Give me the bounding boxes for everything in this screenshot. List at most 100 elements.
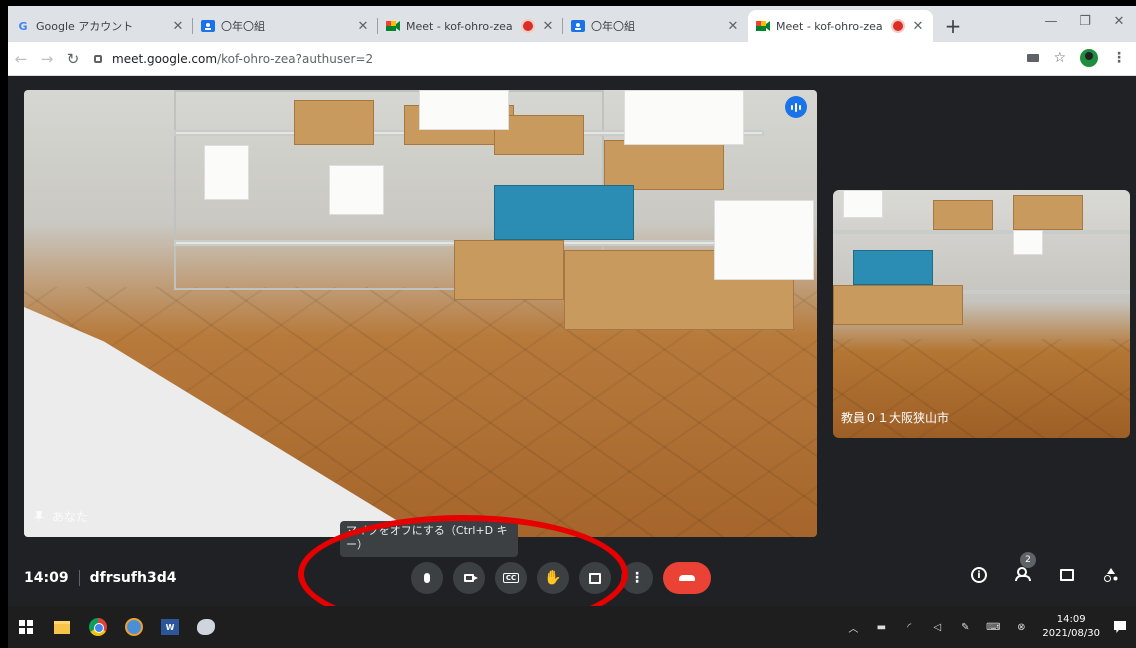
window-close-button[interactable]: ✕ xyxy=(1102,6,1136,36)
bookmark-star-icon[interactable]: ☆ xyxy=(1053,50,1066,66)
folder-icon xyxy=(54,620,70,634)
present-button[interactable] xyxy=(579,562,611,594)
side-video-tile[interactable]: 教員０１大阪狭山市 xyxy=(833,190,1130,438)
raise-hand-button[interactable]: ✋ xyxy=(537,562,569,594)
tab-title: 〇年〇組 xyxy=(221,20,265,33)
chat-icon xyxy=(1060,569,1074,581)
camera-button[interactable] xyxy=(453,562,485,594)
blue-box xyxy=(853,250,933,285)
lock-icon xyxy=(94,54,102,63)
keyboard-icon[interactable]: ⌨ xyxy=(986,622,1000,633)
close-icon[interactable]: ✕ xyxy=(911,19,925,34)
chrome-icon xyxy=(89,618,107,636)
divider xyxy=(78,570,80,586)
system-tray: ︿ ▬ ◜ ◁ ✎ ⌨ ⊗ 14:09 2021/08/30 xyxy=(846,606,1126,648)
word-button[interactable]: W xyxy=(152,606,188,648)
pen-icon[interactable]: ✎ xyxy=(958,622,972,633)
more-options-button[interactable]: ⋮ xyxy=(621,562,653,594)
close-icon[interactable]: ✕ xyxy=(356,19,370,34)
camera-icon xyxy=(464,574,478,582)
forward-button[interactable]: → xyxy=(34,50,60,68)
tab-google-account[interactable]: G Google アカウント ✕ xyxy=(8,10,193,42)
paper-sign xyxy=(419,90,509,130)
present-icon xyxy=(589,572,601,584)
taskbar-clock[interactable]: 14:09 2021/08/30 xyxy=(1042,613,1100,641)
windows-taskbar: W ︿ ▬ ◜ ◁ ✎ ⌨ ⊗ 14:09 2021/08/30 xyxy=(8,606,1136,648)
main-tile-label: あなた xyxy=(34,508,88,525)
meet-icon xyxy=(386,19,400,33)
restore-button[interactable]: ❐ xyxy=(1068,6,1102,36)
participants-button[interactable]: 2 xyxy=(1012,552,1036,586)
back-button[interactable]: ← xyxy=(8,50,34,68)
chat-button[interactable] xyxy=(1056,564,1078,586)
chrome-button[interactable] xyxy=(80,606,116,648)
screen: G Google アカウント ✕ 〇年〇組 ✕ Meet - kof-ohro-… xyxy=(0,0,1136,648)
captions-button[interactable]: CC xyxy=(495,562,527,594)
browser-app-button[interactable] xyxy=(116,606,152,648)
tab-strip: G Google アカウント ✕ 〇年〇組 ✕ Meet - kof-ohro-… xyxy=(8,6,1136,42)
paper-sign xyxy=(329,165,384,215)
meet-icon xyxy=(756,19,770,33)
box xyxy=(1013,195,1083,230)
volume-icon[interactable]: ◁ xyxy=(930,622,944,633)
blue-box xyxy=(494,185,634,240)
paper-sign xyxy=(204,145,249,200)
pin-icon[interactable] xyxy=(34,510,44,523)
close-icon[interactable]: ✕ xyxy=(541,19,555,34)
meet-stage: あなた 教員０１大阪狭山市 マイクをオフにする（Ctrl+D キー） 14:09… xyxy=(8,76,1136,606)
hand-icon: ✋ xyxy=(544,570,562,586)
box xyxy=(933,200,993,230)
paper-sign xyxy=(624,90,744,145)
new-tab-button[interactable]: + xyxy=(939,12,967,40)
browser-toolbar: ← → ↻ meet.google.com/kof-ohro-zea?authu… xyxy=(8,42,1136,76)
taskbar-apps: W xyxy=(8,606,224,648)
paint-button[interactable] xyxy=(188,606,224,648)
minimize-button[interactable]: — xyxy=(1034,6,1068,36)
more-vert-icon: ⋮ xyxy=(630,570,644,586)
tab-title: Meet - kof-ohro-zea xyxy=(406,19,513,33)
info-icon: i xyxy=(971,567,987,583)
paint-icon xyxy=(197,619,215,635)
meet-bottom-bar: 14:09 dfrsufh3d4 CC ✋ ⋮ i 2 xyxy=(8,552,1136,606)
meeting-time: 14:09 xyxy=(24,570,69,586)
camera-in-use-icon[interactable] xyxy=(1027,54,1040,62)
globe-icon xyxy=(125,618,143,636)
start-button[interactable] xyxy=(8,606,44,648)
mic-button[interactable] xyxy=(411,562,443,594)
profile-avatar[interactable] xyxy=(1080,49,1098,67)
paper-sign xyxy=(1013,230,1043,255)
close-icon[interactable]: ✕ xyxy=(171,19,185,34)
tab-classroom-1[interactable]: 〇年〇組 ✕ xyxy=(193,10,378,42)
close-icon[interactable]: ✕ xyxy=(726,19,740,34)
tab-classroom-2[interactable]: 〇年〇組 ✕ xyxy=(563,10,748,42)
file-explorer-button[interactable] xyxy=(44,606,80,648)
activities-button[interactable] xyxy=(1100,564,1122,586)
windows-logo-icon xyxy=(19,620,33,634)
notification-icon[interactable] xyxy=(1114,621,1126,633)
battery-icon[interactable]: ▬ xyxy=(874,622,888,633)
menu-kebab-icon[interactable]: ⋮ xyxy=(1112,50,1126,66)
tab-meet-1[interactable]: Meet - kof-ohro-zea ✕ xyxy=(378,10,563,42)
meeting-details: 14:09 dfrsufh3d4 xyxy=(24,570,176,586)
chevron-up-icon[interactable]: ︿ xyxy=(846,622,860,635)
ime-off-icon[interactable]: ⊗ xyxy=(1014,622,1028,633)
word-icon: W xyxy=(161,619,179,635)
meeting-info-button[interactable]: i xyxy=(968,564,990,586)
google-icon: G xyxy=(18,19,28,33)
classroom-icon xyxy=(201,19,215,33)
reload-button[interactable]: ↻ xyxy=(60,50,86,68)
shelf-board xyxy=(833,230,1130,234)
url-path: /kof-ohro-zea?authuser=2 xyxy=(217,51,374,66)
main-video-tile[interactable]: あなた xyxy=(24,90,817,537)
wifi-icon[interactable]: ◜ xyxy=(902,622,916,633)
mic-tooltip: マイクをオフにする（Ctrl+D キー） xyxy=(340,521,518,557)
phone-hangup-icon xyxy=(679,575,695,581)
toolbar-actions: ☆ ⋮ xyxy=(1027,49,1126,67)
tab-meet-active[interactable]: Meet - kof-ohro-zea ✕ xyxy=(748,10,933,42)
url-host: meet.google.com xyxy=(112,51,218,66)
participants-count-badge: 2 xyxy=(1020,552,1036,568)
box xyxy=(833,285,963,325)
address-bar[interactable]: meet.google.com/kof-ohro-zea?authuser=2 xyxy=(94,46,1056,72)
leave-call-button[interactable] xyxy=(663,562,711,594)
window-controls: — ❐ ✕ xyxy=(1034,6,1136,36)
